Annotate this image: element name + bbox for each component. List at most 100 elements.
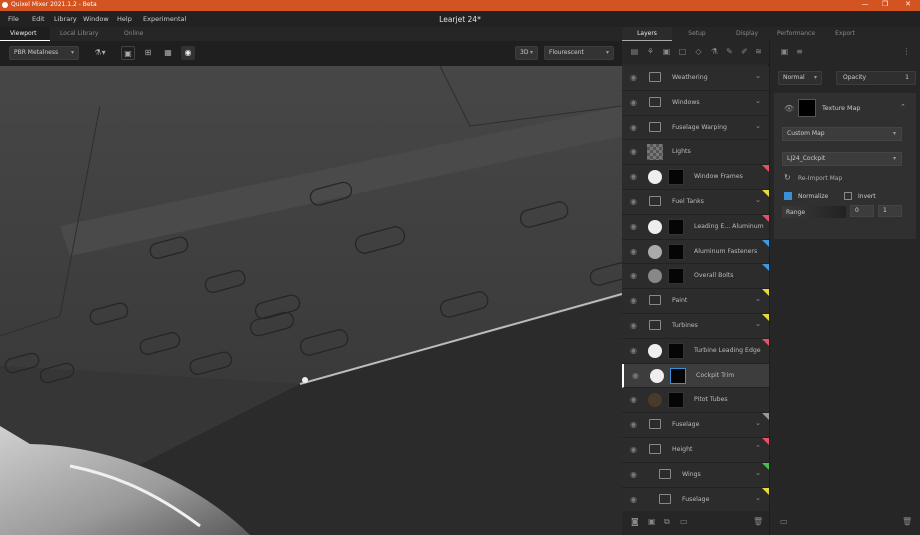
layer-row[interactable]: ◉ Turbine Leading Edge [622, 338, 769, 364]
eye-icon[interactable]: ◉ [630, 247, 637, 256]
mask-thumbnail[interactable] [668, 243, 684, 260]
color-swatch[interactable] [648, 244, 662, 259]
add-layer-icon[interactable]: ▣ [648, 517, 656, 526]
eye-icon[interactable]: ◉ [630, 98, 637, 107]
eye-icon[interactable]: ◉ [630, 271, 637, 280]
render-mode-icon[interactable]: ⚗▾ [90, 46, 110, 60]
layer-stack-icon[interactable]: ▤ [630, 47, 639, 57]
eye-icon[interactable]: ◉ [630, 222, 637, 231]
color-swatch[interactable] [650, 368, 664, 383]
layer-row[interactable]: ◉ Height ⌃ [622, 437, 769, 463]
tab-layers[interactable]: Layers [622, 27, 672, 41]
reimport-icon[interactable]: ↻ [784, 173, 791, 182]
eye-icon[interactable]: 👁 [784, 104, 794, 113]
layer-row[interactable]: ◉ Windows ⌄ [622, 90, 769, 116]
paint-icon[interactable]: ✎ [725, 47, 734, 57]
tab-performance[interactable]: Performance [770, 27, 822, 41]
grid-2x2-icon[interactable]: ⊞ [141, 46, 155, 60]
sliders-icon[interactable]: ≡ [795, 47, 804, 57]
image-icon[interactable]: ▣ [780, 47, 789, 57]
lighting-dropdown[interactable]: Flourescent ▾ [544, 46, 614, 60]
eye-icon[interactable]: ◉ [630, 470, 637, 479]
close-button[interactable]: ✕ [898, 0, 918, 8]
eye-icon[interactable]: ◉ [630, 346, 637, 355]
more-options-icon[interactable]: ⋮ [902, 47, 911, 57]
tab-online[interactable]: Online [124, 27, 164, 41]
opacity-field[interactable]: Opacity 1 [836, 71, 916, 85]
eye-icon[interactable]: ◉ [630, 197, 637, 206]
image-icon[interactable]: ▣ [121, 46, 135, 60]
layer-row[interactable]: ◉ Pitot Tubes [622, 388, 769, 414]
material-mode-dropdown[interactable]: PBR Metalness ▾ [9, 46, 79, 60]
color-swatch[interactable] [648, 269, 662, 284]
color-swatch[interactable] [648, 170, 662, 185]
eye-icon[interactable]: ◉ [630, 296, 637, 305]
eye-icon[interactable]: ◉ [630, 73, 637, 82]
layer-row[interactable]: ◉ Window Frames [622, 165, 769, 190]
chevron-down-icon[interactable]: ⌄ [755, 122, 761, 130]
chevron-down-icon[interactable]: ⌄ [755, 320, 761, 328]
layer-row[interactable]: ◉ Overall Bolts [622, 264, 769, 290]
layer-row[interactable]: ◉ Fuel Tanks ⌄ [622, 189, 769, 215]
layer-row[interactable]: ◉ Lights [622, 140, 769, 166]
layer-row[interactable]: ◉ Cockpit Trim [622, 363, 769, 389]
sphere-icon[interactable]: ◉ [181, 46, 195, 60]
mask-thumbnail[interactable] [670, 367, 686, 384]
tab-viewport[interactable]: Viewport [0, 27, 50, 41]
tab-export[interactable]: Export [822, 27, 868, 41]
stack-icon[interactable]: ≋ [754, 47, 763, 57]
layer-row[interactable]: ◉ Fuselage Warping ⌄ [622, 115, 769, 141]
color-swatch[interactable] [648, 393, 662, 408]
range-max-field[interactable]: 1 [878, 205, 902, 217]
menu-experimental[interactable]: Experimental [143, 15, 186, 23]
eye-icon[interactable]: ◉ [630, 495, 637, 504]
menu-window[interactable]: Window [83, 15, 109, 23]
color-swatch[interactable] [648, 343, 662, 358]
chevron-down-icon[interactable]: ⌄ [755, 97, 761, 105]
layer-row[interactable]: ◉ Aluminum Fasteners [622, 239, 769, 265]
eye-icon[interactable]: ◉ [630, 321, 637, 330]
eye-icon[interactable]: ◉ [630, 420, 637, 429]
range-min-field[interactable]: 0 [850, 205, 874, 217]
eye-icon[interactable]: ◉ [630, 395, 637, 404]
tab-setup[interactable]: Setup [674, 27, 720, 41]
chevron-down-icon[interactable]: ⌄ [755, 469, 761, 477]
solid-layer-icon[interactable]: □ [678, 47, 687, 57]
chevron-down-icon[interactable]: ⌄ [755, 72, 761, 80]
folder-icon[interactable]: ▭ [780, 517, 788, 526]
normalize-checkbox[interactable] [784, 192, 792, 200]
smart-material-icon[interactable]: ⚘ [646, 47, 655, 57]
layer-row[interactable]: ◉ Fuselage ⌄ [622, 413, 769, 438]
chevron-down-icon[interactable]: ⌄ [755, 196, 761, 204]
eye-icon[interactable]: ◉ [630, 147, 637, 156]
delete-icon[interactable]: 🗑 [902, 517, 912, 526]
eye-icon[interactable]: ◉ [630, 123, 637, 132]
maximize-button[interactable]: ❐ [875, 0, 895, 8]
eye-icon[interactable]: ◉ [632, 371, 639, 380]
reimport-map-button[interactable]: Re-Import Map [798, 175, 842, 182]
chevron-down-icon[interactable]: ⌄ [755, 295, 761, 303]
map-type-dropdown[interactable]: Custom Map ▾ [782, 127, 902, 141]
menu-help[interactable]: Help [117, 15, 132, 23]
layer-row[interactable]: ◉ Turbines ⌄ [622, 313, 769, 339]
layer-row[interactable]: ◉ Fuselage ⌄ [622, 487, 769, 513]
eye-icon[interactable]: ◉ [630, 172, 637, 181]
brush-icon[interactable]: ✐ [740, 47, 749, 57]
chevron-down-icon[interactable]: ⌄ [755, 419, 761, 427]
blend-mode-dropdown[interactable]: Normal ▾ [778, 71, 822, 85]
layer-row[interactable]: ◉ Weathering ⌄ [622, 66, 769, 91]
layer-row[interactable]: ◉ Wings ⌄ [622, 462, 769, 488]
new-folder-icon[interactable]: ▭ [680, 517, 688, 526]
3d-viewport[interactable] [0, 66, 622, 535]
invert-checkbox[interactable] [844, 192, 852, 200]
tab-local-library[interactable]: Local Library [60, 27, 120, 41]
projection-icon[interactable]: ⚗ [710, 47, 719, 57]
menu-file[interactable]: File [8, 15, 19, 23]
eye-icon[interactable]: ◉ [630, 445, 637, 454]
add-mask-icon[interactable]: ◙ [631, 517, 639, 526]
layer-row[interactable]: ◉ Paint ⌄ [622, 289, 769, 314]
menu-edit[interactable]: Edit [32, 15, 45, 23]
mask-thumbnail[interactable] [668, 268, 684, 285]
color-swatch[interactable] [648, 219, 662, 234]
delete-icon[interactable]: 🗑 [753, 517, 763, 526]
